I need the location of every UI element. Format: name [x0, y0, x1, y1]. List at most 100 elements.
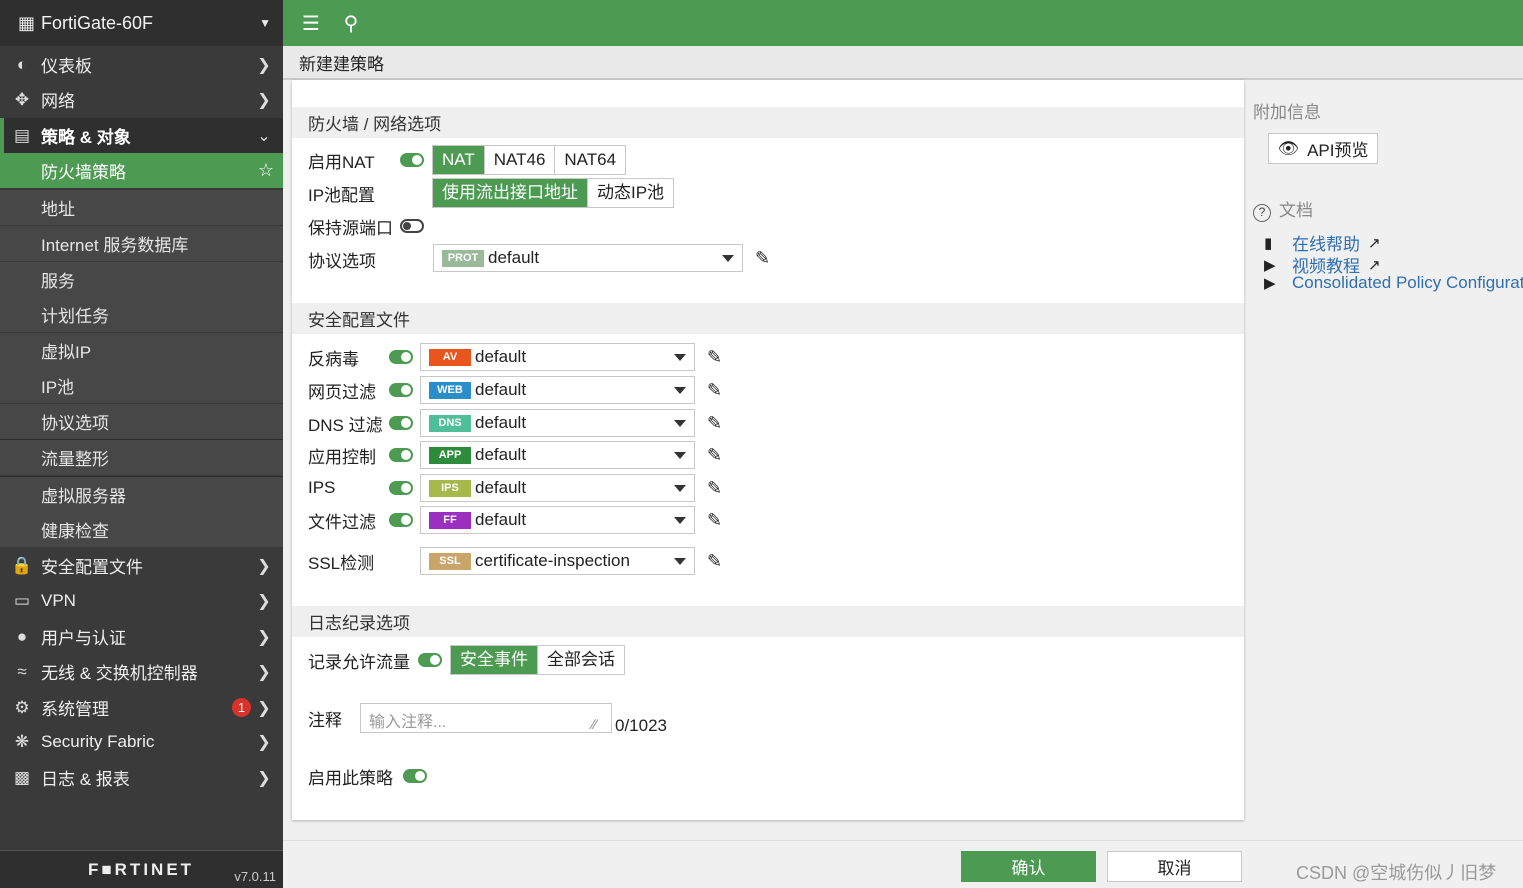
- caret-down-icon: [722, 254, 734, 262]
- ff-select[interactable]: FF default: [420, 506, 695, 534]
- keep-port-toggle[interactable]: [400, 219, 424, 233]
- bottom-bar: 确认 取消 CSDN @空城伤似丿旧梦: [283, 840, 1523, 888]
- edit-pencil-icon[interactable]: ✎: [707, 413, 722, 434]
- ippool-row: IP池配置 使用流出接口地址 动态IP池: [308, 178, 675, 208]
- log-option-security-events[interactable]: 安全事件: [451, 646, 538, 674]
- section-header-firewall: 防火墙 / 网络选项: [292, 107, 1244, 138]
- sidebar-item-network[interactable]: ✥ 网络 ❯: [0, 82, 283, 117]
- web-select[interactable]: WEB default: [420, 376, 695, 404]
- sidebar-sub-health-check[interactable]: 健康检查: [0, 512, 283, 547]
- fortinet-logo: F■RTINET: [88, 859, 195, 879]
- log-mode-selector: 安全事件 全部会话: [450, 645, 625, 675]
- sidebar-sub-address[interactable]: 地址: [0, 190, 283, 225]
- docs-title: ? 文档: [1253, 196, 1313, 222]
- dns-toggle[interactable]: [389, 416, 413, 430]
- sidebar-item-security-fabric[interactable]: ❋ Security Fabric ❯: [0, 724, 283, 759]
- web-toggle[interactable]: [389, 383, 413, 397]
- search-icon[interactable]: ⚲: [337, 11, 365, 36]
- sidebar: ▦ FortiGate-60F ▼ ◐ 仪表板 ❯ ✥ 网络 ❯ ▤ 策略 & …: [0, 0, 283, 888]
- star-icon[interactable]: ☆: [255, 160, 277, 181]
- sidebar-sub-virtual-servers[interactable]: 虚拟服务器: [0, 477, 283, 512]
- caret-down-icon[interactable]: ▼: [259, 16, 271, 30]
- sidebar-item-security-profiles[interactable]: 🔒 安全配置文件 ❯: [0, 548, 283, 583]
- dns-select[interactable]: DNS default: [420, 409, 695, 437]
- edit-pencil-icon[interactable]: ✎: [755, 248, 770, 269]
- av-select[interactable]: AV default: [420, 343, 695, 371]
- caret-down-icon: [674, 419, 686, 427]
- ff-tag: FF: [429, 511, 471, 529]
- sidebar-sub-schedules[interactable]: 计划任务: [0, 297, 283, 332]
- chevron-right-icon: ❯: [257, 663, 271, 681]
- edit-pencil-icon[interactable]: ✎: [707, 445, 722, 466]
- confirm-button[interactable]: 确认: [961, 851, 1096, 882]
- chevron-right-icon: ❯: [257, 592, 271, 610]
- edit-pencil-icon[interactable]: ✎: [707, 478, 722, 499]
- sidebar-item-dashboard[interactable]: ◐ 仪表板 ❯: [0, 47, 283, 82]
- sidebar-sub-ip-pools[interactable]: IP池: [0, 368, 283, 403]
- log-toggle[interactable]: [418, 653, 442, 667]
- doc-link-consolidated-policy[interactable]: ▶ Consolidated Policy Configurat: [1264, 273, 1523, 293]
- ips-select[interactable]: IPS default: [420, 474, 695, 502]
- ippool-option-outgoing[interactable]: 使用流出接口地址: [433, 179, 588, 207]
- av-toggle[interactable]: [389, 350, 413, 364]
- app-tag: APP: [429, 446, 471, 464]
- video-icon: ▶: [1264, 275, 1276, 292]
- enable-policy-toggle[interactable]: [403, 769, 427, 783]
- ippool-option-dynamic[interactable]: 动态IP池: [588, 179, 674, 207]
- ssl-select[interactable]: SSL certificate-inspection: [420, 547, 695, 575]
- nat-mode-selector: NAT NAT46 NAT64: [432, 145, 627, 175]
- sidebar-item-log-report[interactable]: ▩ 日志 & 报表 ❯: [0, 760, 283, 795]
- sidebar-sub-virtual-ip[interactable]: 虚拟IP: [0, 333, 283, 368]
- sidebar-sub-traffic-shaping[interactable]: 流量整形: [0, 440, 283, 475]
- resize-grip-icon[interactable]: ∕∕: [592, 716, 597, 732]
- edit-pencil-icon[interactable]: ✎: [707, 380, 722, 401]
- app-toggle[interactable]: [389, 448, 413, 462]
- enable-label: 启用此策略: [308, 768, 393, 788]
- cancel-button[interactable]: 取消: [1107, 851, 1242, 882]
- security-row-dns: DNS 过滤: [308, 415, 383, 435]
- ff-toggle[interactable]: [389, 513, 413, 527]
- page-title: 新建建策略: [299, 54, 384, 74]
- nat-option-nat46[interactable]: NAT46: [484, 146, 556, 174]
- app-select[interactable]: APP default: [420, 441, 695, 469]
- chevron-right-icon: ❯: [257, 56, 271, 74]
- nat-toggle[interactable]: [400, 153, 424, 167]
- log-option-all-sessions[interactable]: 全部会话: [538, 646, 624, 674]
- sidebar-sub-protocol-options[interactable]: 协议选项: [0, 404, 283, 439]
- edit-pencil-icon[interactable]: ✎: [707, 347, 722, 368]
- nat-label: 启用NAT: [308, 152, 375, 172]
- policy-form: 防火墙 / 网络选项 启用NAT NAT NAT46 NAT64 IP池配置 使…: [292, 80, 1244, 820]
- fabric-icon: ❋: [14, 731, 30, 751]
- api-preview-button[interactable]: 👁 API预览: [1268, 133, 1378, 164]
- chevron-right-icon: ❯: [257, 699, 271, 717]
- comment-label-row: 注释: [308, 703, 342, 733]
- menu-icon[interactable]: ☰: [297, 11, 325, 36]
- sidebar-item-vpn[interactable]: ▭ VPN ❯: [0, 583, 283, 618]
- comment-input[interactable]: [360, 703, 612, 733]
- dashboard-icon: ◐: [16, 54, 28, 74]
- sidebar-item-policy-objects[interactable]: ▤ 策略 & 对象 ⌄: [0, 118, 283, 153]
- top-bar: ☰ ⚲: [283, 0, 1523, 46]
- sidebar-item-wifi-switch[interactable]: ≈ 无线 & 交换机控制器 ❯: [0, 654, 283, 689]
- chevron-down-icon: ⌄: [257, 127, 271, 145]
- sidebar-item-user-auth[interactable]: ● 用户与认证 ❯: [0, 619, 283, 654]
- ippool-selector: 使用流出接口地址 动态IP池: [432, 178, 675, 208]
- edit-pencil-icon[interactable]: ✎: [707, 551, 722, 572]
- sidebar-sub-internet-service-db[interactable]: Internet 服务数据库: [0, 226, 283, 261]
- nat-option-nat64[interactable]: NAT64: [555, 146, 626, 174]
- ips-toggle[interactable]: [389, 481, 413, 495]
- watermark-text: CSDN @空城伤似丿旧梦: [1296, 863, 1497, 883]
- edit-pencil-icon[interactable]: ✎: [707, 510, 722, 531]
- chevron-right-icon: ❯: [257, 91, 271, 109]
- sidebar-sub-services[interactable]: 服务: [0, 262, 283, 297]
- nat-option-nat[interactable]: NAT: [433, 146, 485, 174]
- sidebar-sub-firewall-policy[interactable]: 防火墙策略 ☆: [0, 153, 283, 188]
- chart-icon: ▩: [13, 767, 31, 787]
- prot-tag: PROT: [442, 249, 484, 267]
- ips-tag: IPS: [429, 479, 471, 497]
- book-icon: ▮: [1264, 234, 1273, 252]
- sidebar-item-system[interactable]: ⚙ 系统管理 1 ❯: [0, 690, 283, 725]
- laptop-icon: ▭: [13, 590, 31, 610]
- device-header[interactable]: ▦ FortiGate-60F ▼: [0, 0, 283, 46]
- proto-select[interactable]: PROT default: [433, 244, 743, 272]
